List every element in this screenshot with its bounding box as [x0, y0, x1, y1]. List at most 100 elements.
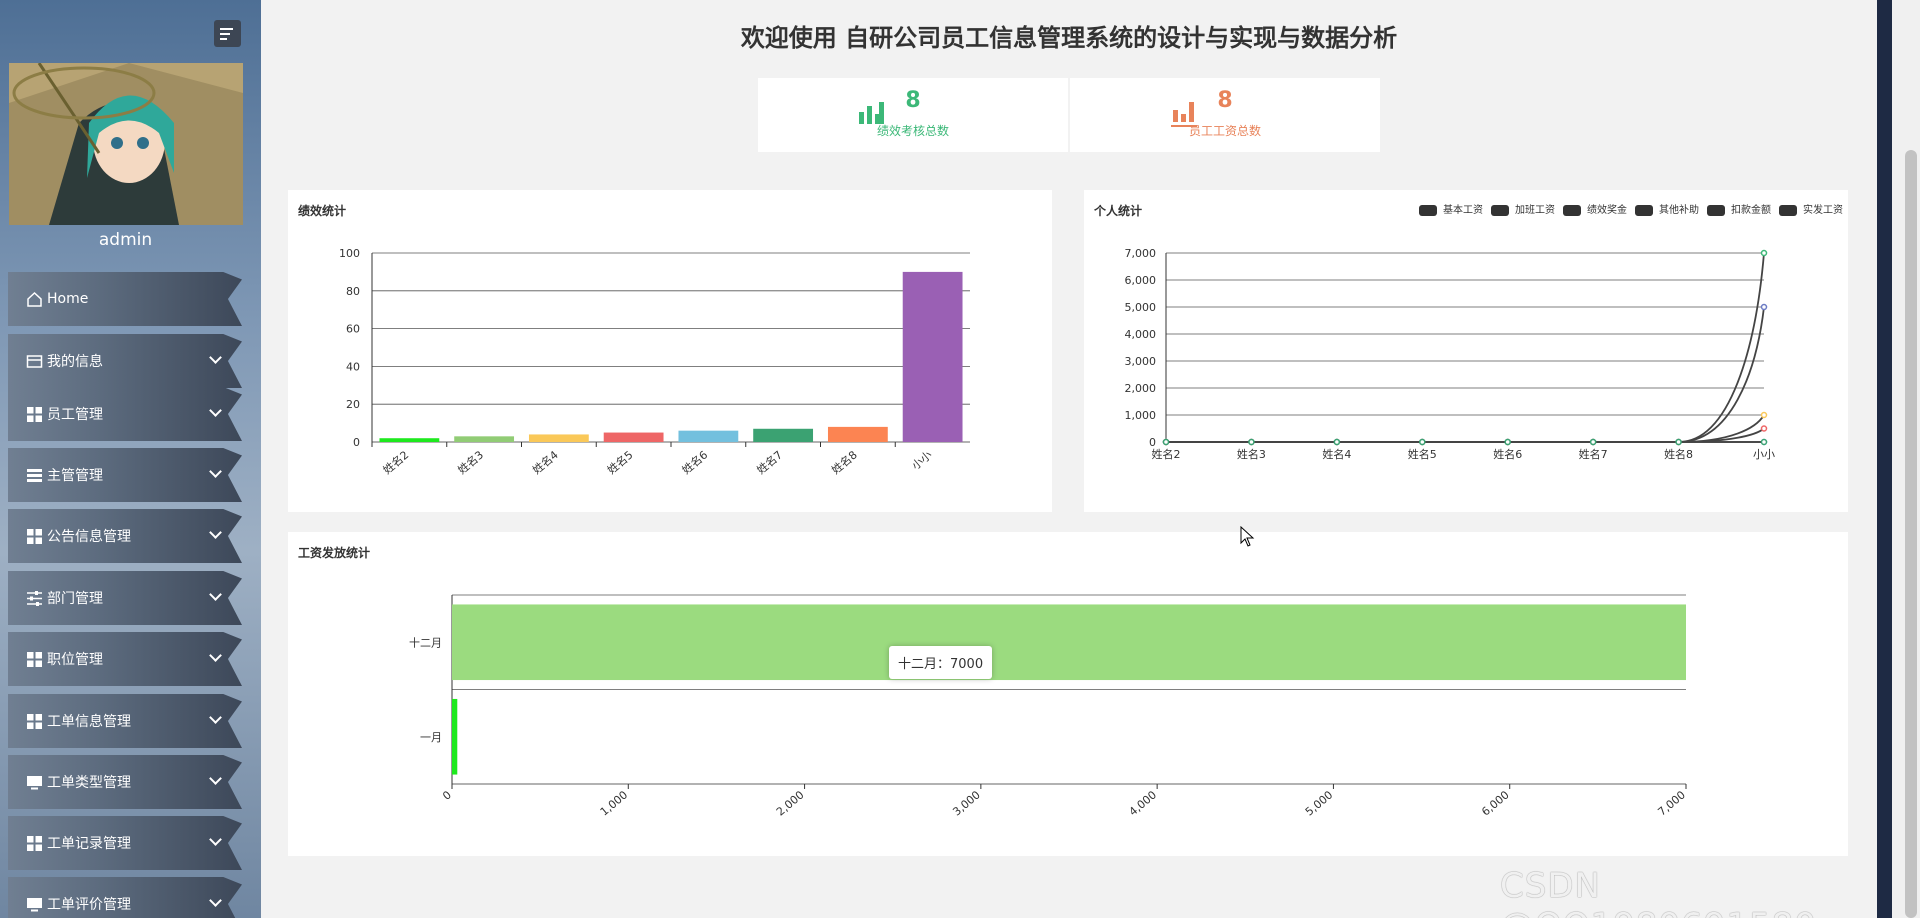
- chevron-down-icon: [209, 711, 222, 724]
- sidebar-item-6[interactable]: 职位管理: [8, 632, 242, 686]
- grid-icon: [26, 406, 43, 423]
- x-tick-label: 2,000: [774, 788, 806, 818]
- chevron-down-icon: [209, 404, 222, 417]
- performance-bar-chart: 0 20 40 60 80 100 姓名2 姓名3 姓名4 姓名5 姓名6 姓名7 姓名8 小小: [339, 247, 970, 477]
- watermark: CSDN @QQ1980691580: [1500, 866, 1816, 918]
- sidebar-item-8[interactable]: 工单类型管理: [8, 755, 242, 809]
- y-tick-label: 80: [346, 285, 360, 298]
- page-title: 欢迎使用 自研公司员工信息管理系统的设计与实现与数据分析: [740, 24, 1398, 52]
- data-point: [1504, 438, 1511, 446]
- data-point: [1760, 411, 1768, 419]
- grid-icon: [26, 528, 43, 545]
- x-tick-label: 小小: [1753, 448, 1775, 461]
- data-point: [1760, 438, 1768, 446]
- bar: [753, 428, 814, 442]
- performance-chart-panel: 绩效统计 0 20 40 60 80 100 姓名2 姓名3 姓名4 姓名5 姓名6 姓名7 姓名8 小小: [288, 190, 1052, 512]
- chevron-down-icon: [209, 772, 222, 785]
- legend-swatch: [1707, 205, 1725, 216]
- x-tick-label: 1,000: [598, 788, 630, 818]
- x-tick-label: 3,000: [950, 788, 982, 818]
- y-tick-label: 一月: [420, 731, 442, 744]
- sidebar-item-3[interactable]: 主管管理: [8, 448, 242, 502]
- chevron-down-icon: [209, 465, 222, 478]
- chevron-down-icon: [209, 588, 222, 601]
- legend-label: 基本工资: [1443, 203, 1483, 216]
- monitor-icon: [26, 896, 43, 913]
- chevron-down-icon: [209, 351, 222, 364]
- x-tick-label: 5,000: [1303, 788, 1335, 818]
- sidebar-item-10[interactable]: 工单评价管理: [8, 877, 242, 918]
- scrollbar-thumb[interactable]: [1905, 150, 1917, 918]
- y-tick-label: 6,000: [1125, 274, 1157, 287]
- legend-swatch: [1635, 205, 1653, 216]
- x-tick-label: 姓名2: [1152, 447, 1181, 461]
- sidebar-item-label: 员工管理: [47, 407, 103, 423]
- series-line: [1166, 414, 1765, 443]
- sidebar-item-2[interactable]: 员工管理: [8, 387, 242, 441]
- sidebar-item-label: 部门管理: [47, 591, 103, 607]
- sidebar-item-1[interactable]: 我的信息: [8, 334, 242, 388]
- sidebar-item-label: 主管管理: [47, 468, 103, 484]
- home-icon: [26, 291, 43, 308]
- x-tick-label: 姓名7: [1579, 447, 1608, 461]
- stat-value: 8: [1217, 88, 1233, 113]
- y-tick-label: 2,000: [1125, 382, 1157, 395]
- x-tick-label: 姓名6: [1493, 447, 1522, 461]
- x-tick-label: 姓名7: [754, 448, 785, 477]
- sliders-icon: [26, 590, 43, 607]
- sidebar-item-label: 工单类型管理: [47, 775, 131, 791]
- stat-card-performance: 8 绩效考核总数: [758, 78, 1068, 152]
- data-point: [1760, 425, 1768, 432]
- data-point: [1589, 438, 1597, 446]
- personal-line-chart: 01,0002,0003,0004,0005,0006,0007,000姓名2 姓…: [1125, 203, 1844, 461]
- x-tick-label: 姓名4: [1322, 447, 1351, 461]
- legend-label: 实发工资: [1803, 203, 1843, 216]
- avatar-image: [9, 63, 243, 225]
- data-point: [1419, 438, 1426, 446]
- series-line: [1166, 427, 1765, 443]
- stat-label: 绩效考核总数: [876, 124, 949, 138]
- x-tick-label: 姓名3: [1237, 447, 1266, 461]
- monitor-icon: [26, 774, 43, 791]
- x-tick-label: 姓名3: [455, 448, 486, 477]
- sidebar-item-5[interactable]: 部门管理: [8, 571, 242, 625]
- bar: [902, 271, 963, 442]
- legend-swatch: [1563, 205, 1581, 216]
- sidebar-item-4[interactable]: 公告信息管理: [8, 509, 242, 563]
- salary-hbar-chart: 0 1,000 2,000 3,000 4,000 5,000 6,000 7,000 一月 十二…: [409, 594, 1688, 819]
- sidebar-item-9[interactable]: 工单记录管理: [8, 816, 242, 870]
- chevron-down-icon: [209, 833, 222, 846]
- legend-label: 加班工资: [1515, 204, 1555, 216]
- sidebar-item-label: 我的信息: [47, 354, 103, 370]
- card-icon: [26, 353, 43, 370]
- chevron-down-icon: [209, 526, 222, 539]
- y-tick-label: 20: [346, 398, 360, 411]
- menu-toggle-button[interactable]: [214, 20, 241, 47]
- chart-tooltip: 十二月：7000: [889, 646, 993, 679]
- sidebar-item-label: 工单信息管理: [47, 714, 131, 730]
- x-tick-label: 姓名8: [1664, 447, 1693, 461]
- x-tick-label: 小小: [909, 448, 934, 472]
- chevron-down-icon: [209, 649, 222, 662]
- x-tick-label: 姓名5: [1408, 447, 1437, 461]
- bar: [452, 604, 1686, 681]
- sidebar-item-0[interactable]: Home: [8, 272, 242, 326]
- x-tick-label: 姓名4: [530, 448, 561, 477]
- y-tick-label: 40: [346, 360, 360, 373]
- data-point: [1760, 249, 1768, 257]
- y-tick-label: 1,000: [1125, 409, 1157, 422]
- legend-label: 扣款金额: [1731, 203, 1771, 216]
- y-tick-label: 3,000: [1125, 355, 1157, 368]
- y-tick-label: 0: [353, 436, 360, 449]
- y-tick-label: 7,000: [1125, 247, 1157, 260]
- sidebar-item-7[interactable]: 工单信息管理: [8, 694, 242, 748]
- grid-icon: [26, 835, 43, 852]
- x-tick-label: 7,000: [1655, 788, 1687, 818]
- data-point: [1675, 438, 1682, 446]
- grid-icon: [26, 651, 43, 668]
- stat-value: 8: [905, 88, 921, 113]
- bar: [678, 430, 739, 442]
- series-line: [1166, 252, 1765, 443]
- mouse-cursor-icon: [1240, 526, 1255, 547]
- y-tick-label: 5,000: [1125, 301, 1157, 314]
